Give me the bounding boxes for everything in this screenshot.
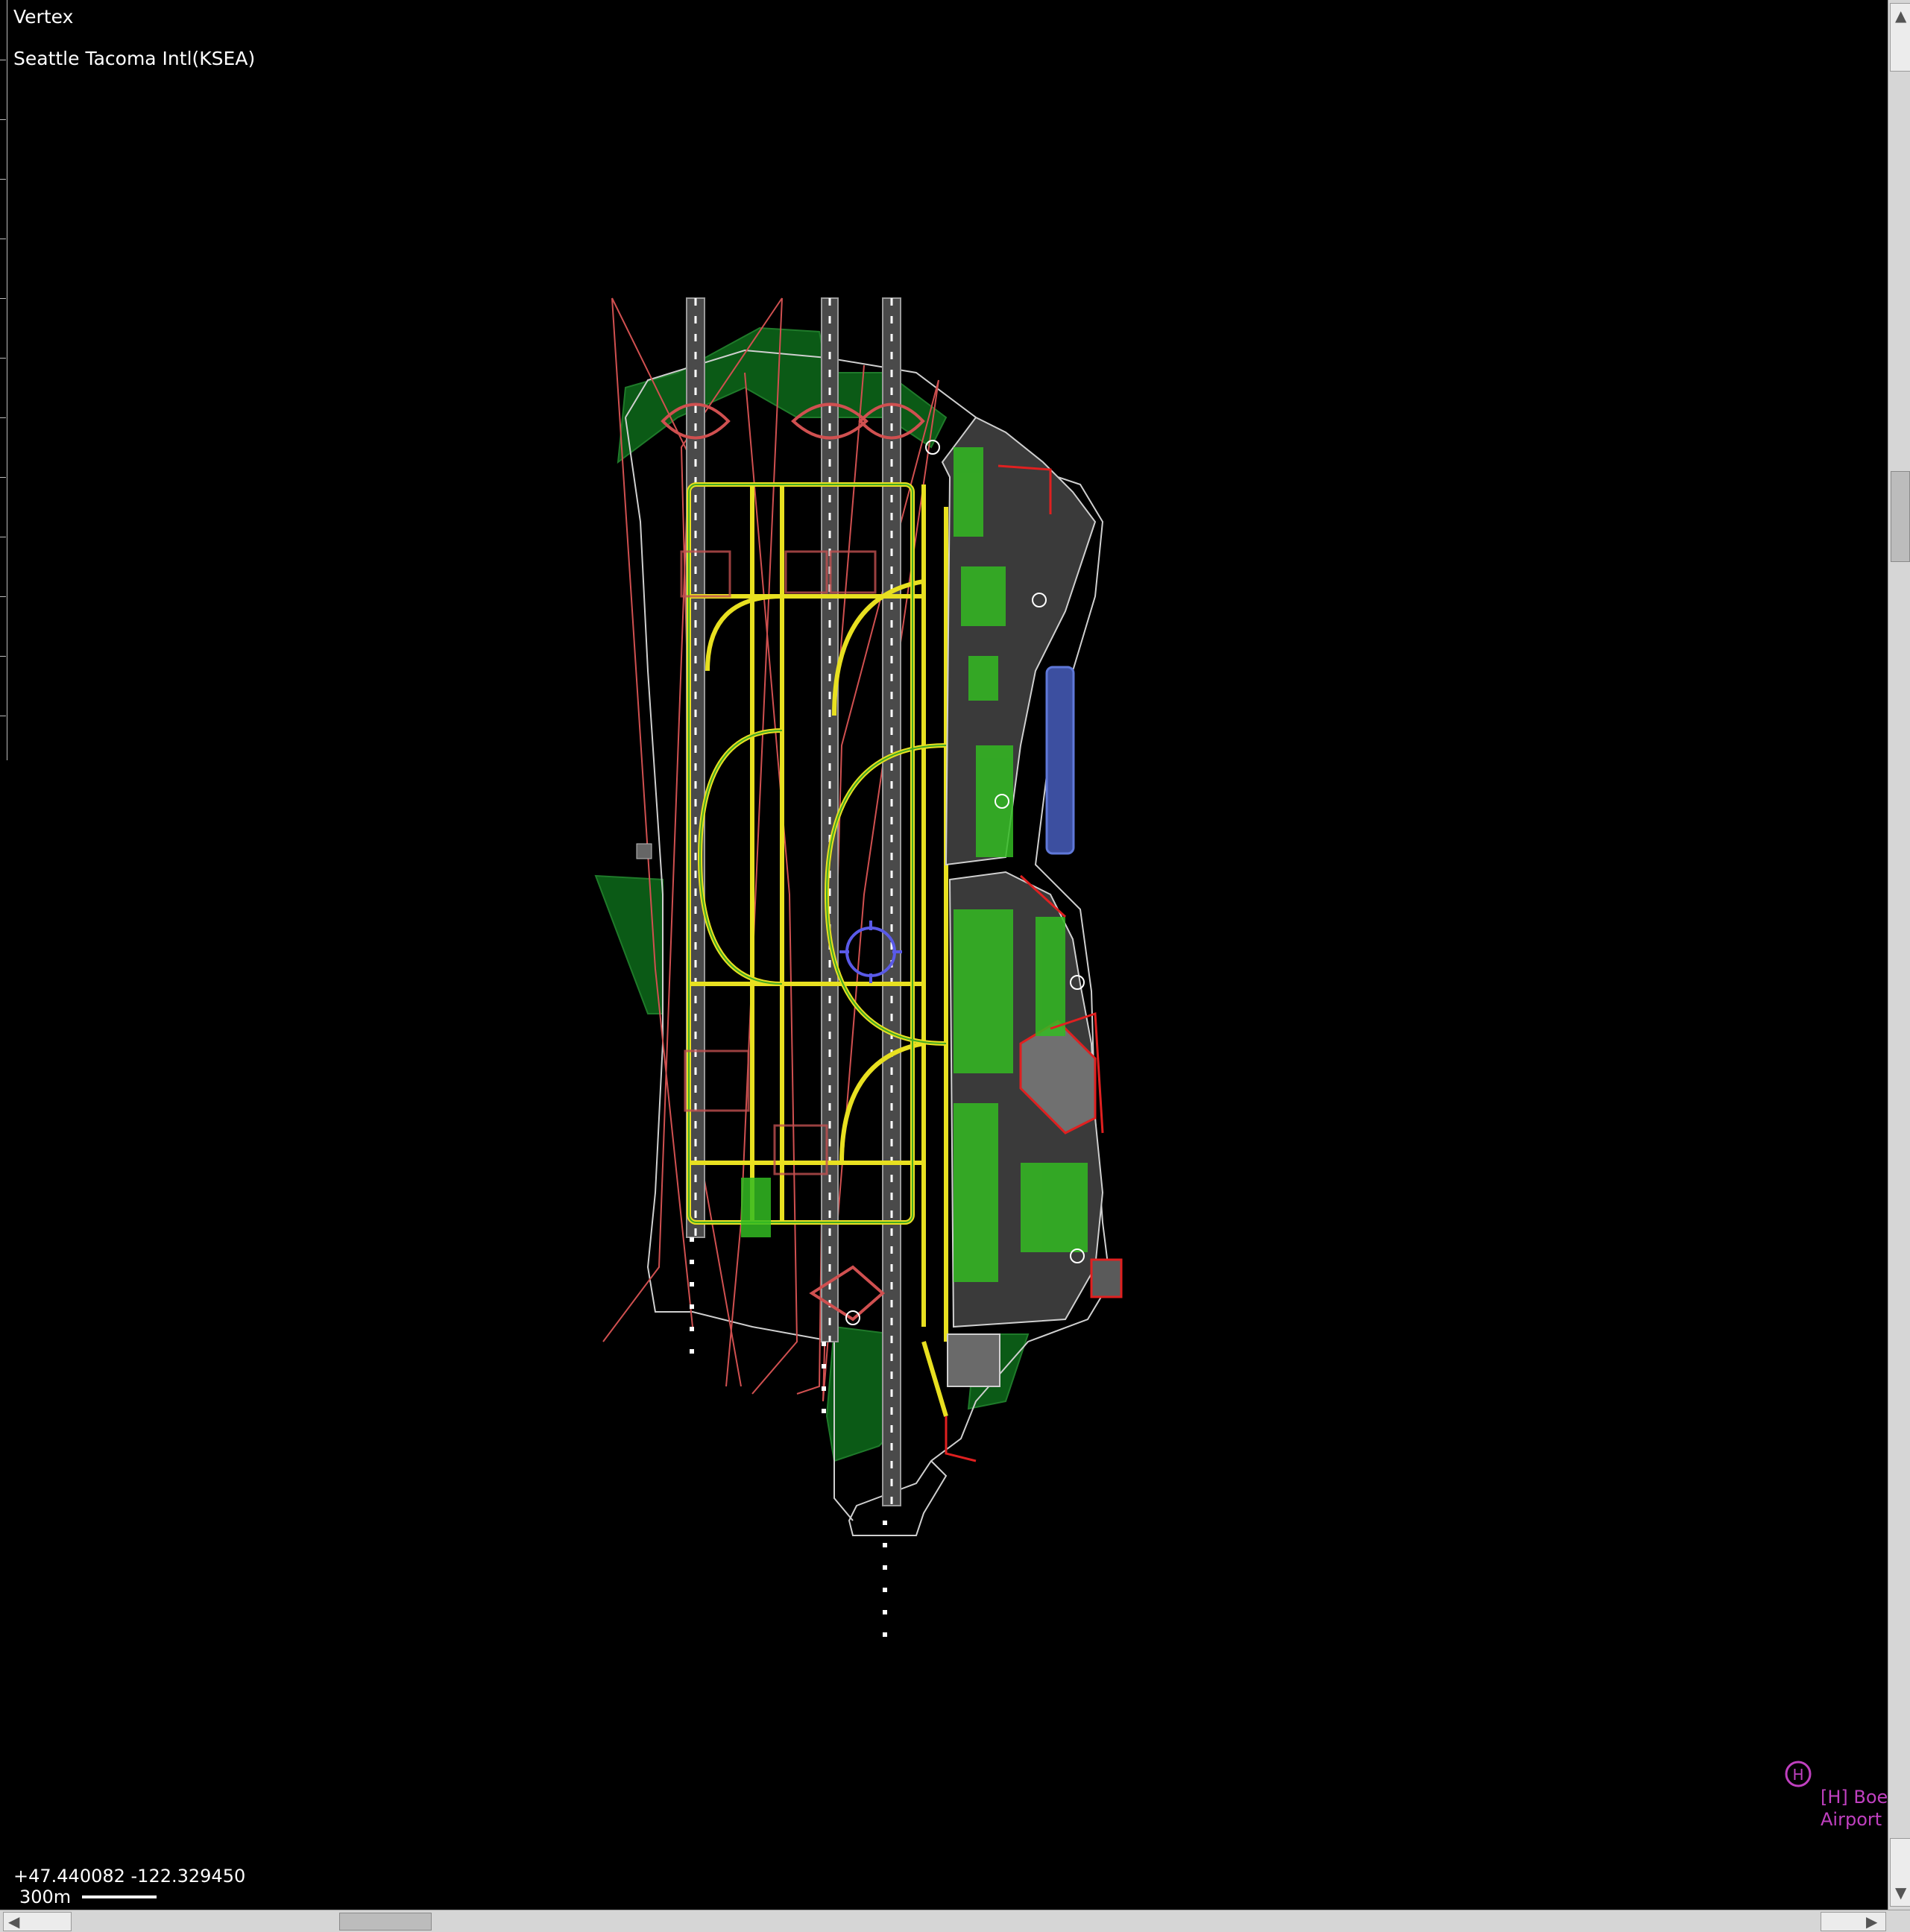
taxiways (687, 482, 948, 1417)
map-canvas[interactable]: H (7, 0, 1888, 1910)
scale-label: 300m (19, 1887, 72, 1907)
app-window: H Vertex Seattle Tacoma Intl(KSEA) +47.4… (0, 0, 1910, 1932)
horizontal-scroll-thumb[interactable] (339, 1913, 432, 1931)
horizontal-scrollbar[interactable]: ◀ ▶ (0, 1910, 1910, 1932)
active-tool-label: Vertex (13, 6, 74, 28)
arrow-down-icon: ▼ (1895, 1884, 1907, 1901)
arrow-left-icon: ◀ (8, 1913, 20, 1931)
heliport-label[interactable]: [H] Boe Airport (1821, 1786, 1888, 1831)
vertical-scrollbar[interactable]: ▲ ▼ (1888, 0, 1910, 1910)
scroll-up-button[interactable]: ▲ (1890, 3, 1910, 72)
runways (686, 297, 901, 1506)
coordinate-readout: +47.440082 -122.329450 (13, 1866, 246, 1887)
scroll-down-button[interactable]: ▼ (1890, 1838, 1910, 1907)
vertical-scroll-thumb[interactable] (1891, 471, 1910, 562)
heliport-icon[interactable]: H (1785, 1761, 1812, 1787)
svg-text:H: H (1792, 1766, 1803, 1784)
scale-bar (82, 1895, 157, 1898)
scroll-right-button[interactable]: ▶ (1821, 1912, 1886, 1931)
arrow-right-icon: ▶ (1866, 1913, 1878, 1931)
scroll-left-button[interactable]: ◀ (3, 1912, 72, 1931)
beacon-icon (636, 843, 652, 859)
arrow-up-icon: ▲ (1895, 7, 1907, 25)
airport-name-label: Seattle Tacoma Intl(KSEA) (13, 48, 256, 69)
